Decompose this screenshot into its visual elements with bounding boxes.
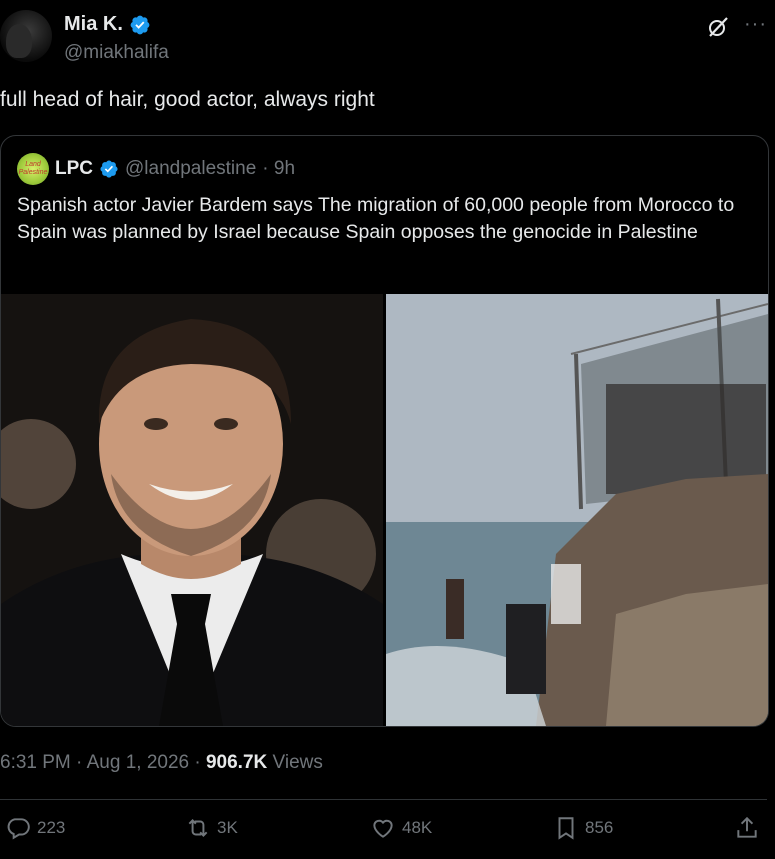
- portrait-illustration: [1, 294, 383, 726]
- quoted-author-name[interactable]: LPC: [55, 158, 93, 180]
- author-name[interactable]: Mia K.: [64, 13, 123, 36]
- quoted-tweet[interactable]: Land Palestine LPC @landpalestine · 9h S…: [0, 135, 769, 727]
- quoted-image-coast[interactable]: [386, 294, 768, 726]
- bookmark-icon: [558, 817, 574, 840]
- share-button[interactable]: [734, 815, 760, 841]
- like-button[interactable]: 48K: [370, 815, 432, 841]
- quoted-logo-text: Land Palestine: [18, 161, 48, 176]
- author-name-row: Mia K.: [64, 13, 151, 36]
- repost-count: 3K: [217, 818, 238, 837]
- quoted-avatar[interactable]: Land Palestine: [17, 153, 49, 185]
- bookmark-count: 856: [585, 818, 614, 837]
- more-icon[interactable]: ···: [744, 13, 767, 36]
- repost-icon: [188, 819, 208, 837]
- tweet-meta: 6:31 PM · Aug 1, 2026 · 906.7K Views: [0, 752, 323, 774]
- action-bar: 223 3K 48K 856: [0, 815, 767, 847]
- reply-count: 223: [37, 818, 66, 837]
- meta-separator: ·: [70, 752, 87, 773]
- like-count: 48K: [402, 818, 433, 837]
- coast-illustration: [386, 294, 768, 726]
- views-label: Views: [267, 752, 323, 773]
- bookmark-button[interactable]: 856: [553, 815, 613, 841]
- like-icon: [373, 819, 393, 838]
- quoted-header: Land Palestine LPC @landpalestine · 9h: [17, 153, 295, 185]
- avatar[interactable]: [0, 10, 52, 62]
- tweet-time[interactable]: 6:31 PM: [0, 752, 71, 773]
- quoted-text: Spanish actor Javier Bardem says The mig…: [17, 194, 735, 243]
- verified-icon: [100, 160, 118, 178]
- author-handle[interactable]: @miakhalifa: [64, 42, 169, 64]
- quoted-image-portrait[interactable]: [1, 294, 383, 726]
- tweet-date[interactable]: Aug 1, 2026: [87, 752, 189, 773]
- share-icon: [737, 816, 757, 838]
- repost-button[interactable]: 3K: [185, 815, 238, 841]
- quoted-handle[interactable]: @landpalestine: [125, 158, 256, 180]
- divider: [0, 799, 767, 800]
- reply-icon: [7, 818, 30, 840]
- views-count: 906.7K: [205, 752, 268, 773]
- reply-button[interactable]: 223: [5, 815, 65, 841]
- quoted-time[interactable]: · 9h: [262, 158, 295, 180]
- tweet-text: full head of hair, good actor, always ri…: [0, 88, 375, 111]
- verified-icon: [130, 15, 150, 34]
- grok-icon[interactable]: [706, 15, 730, 39]
- meta-separator: ·: [189, 752, 206, 773]
